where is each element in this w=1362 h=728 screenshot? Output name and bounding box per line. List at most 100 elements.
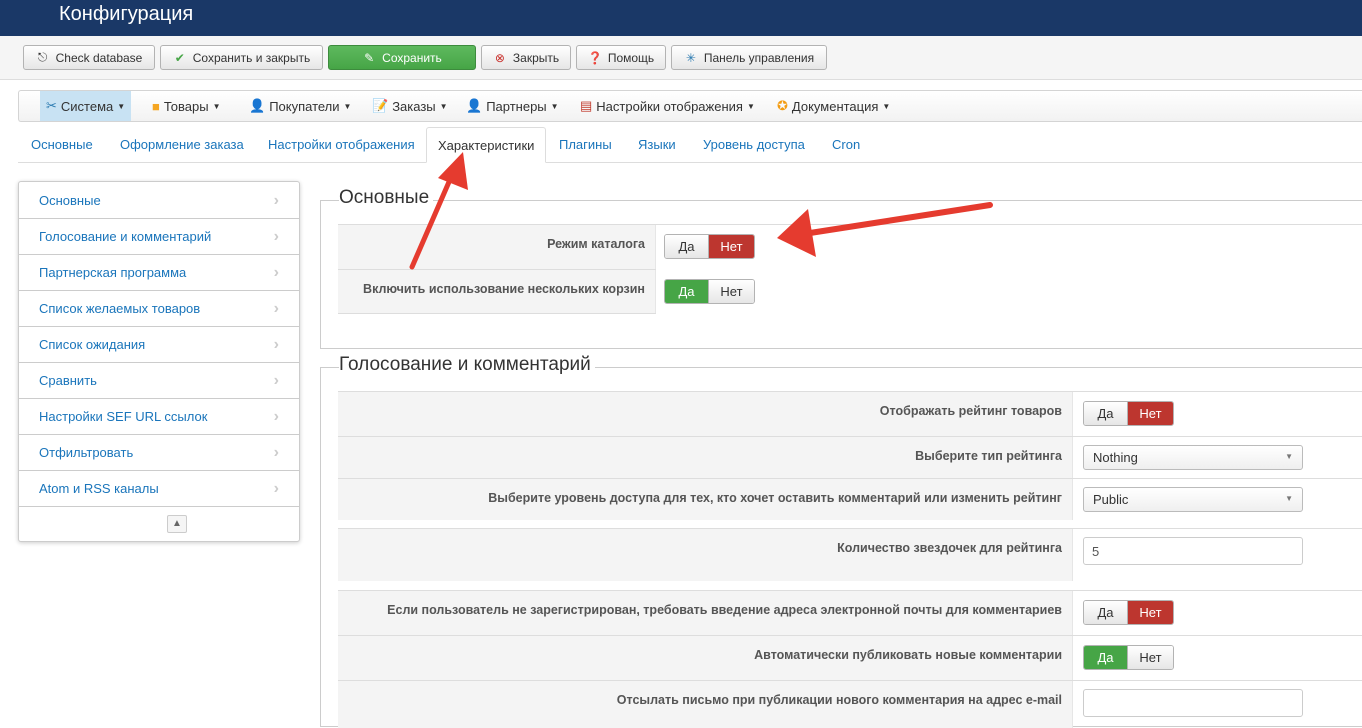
yes-option[interactable]: Да xyxy=(1084,646,1127,669)
sidebar-item[interactable]: Сравнить › xyxy=(19,363,299,399)
label: Партнерская программа xyxy=(39,265,187,280)
no-option[interactable]: Нет xyxy=(1127,402,1173,425)
label: Сохранить и закрыть xyxy=(192,50,311,65)
tab-access[interactable]: Уровень доступа xyxy=(703,137,805,152)
chevron-right-icon: › xyxy=(273,227,279,245)
form-row: Отображать рейтинг товаров Да Нет xyxy=(338,391,1362,436)
sidebar-item[interactable]: Основные › xyxy=(19,183,299,219)
header: Конфигурация xyxy=(0,0,1362,36)
auto-publish-toggle[interactable]: Да Нет xyxy=(1083,645,1174,670)
label: Список желаемых товаров xyxy=(39,301,201,316)
label: Отфильтровать xyxy=(39,445,134,460)
sidebar-item[interactable]: Список желаемых товаров › xyxy=(19,291,299,327)
rating-type-select[interactable]: Nothing ▼ xyxy=(1083,445,1303,470)
tab-plugins[interactable]: Плагины xyxy=(559,137,612,152)
tab-languages[interactable]: Языки xyxy=(638,137,676,152)
label: Сохранить xyxy=(382,50,442,65)
chevron-right-icon: › xyxy=(273,335,279,353)
tab-features[interactable]: Характеристики xyxy=(426,127,547,163)
label: Сравнить xyxy=(39,373,97,388)
tools-icon: ✂ xyxy=(46,98,57,113)
chevron-right-icon: › xyxy=(273,299,279,317)
form-row: Отсылать письмо при публикации нового ко… xyxy=(338,680,1362,728)
sidebar-item[interactable]: Отфильтровать › xyxy=(19,435,299,471)
tab-display[interactable]: Настройки отображения xyxy=(268,137,415,152)
chevron-right-icon: › xyxy=(273,371,279,389)
label: Голосование и комментарий xyxy=(39,229,212,244)
access-level-select[interactable]: Public ▼ xyxy=(1083,487,1303,512)
menu-documentation[interactable]: ✪ Документация ▼ xyxy=(771,91,896,121)
yes-option[interactable]: Да xyxy=(1084,402,1127,425)
no-option[interactable]: Нет xyxy=(1127,601,1173,624)
field-label: Если пользователь не зарегистрирован, тр… xyxy=(338,591,1073,635)
multiple-carts-toggle[interactable]: Да Нет xyxy=(664,279,755,304)
label: Документация xyxy=(791,98,879,114)
display-icon: ▤ xyxy=(580,98,593,113)
label: Закрыть xyxy=(512,50,560,65)
require-email-toggle[interactable]: Да Нет xyxy=(1083,600,1174,625)
help-button[interactable]: ❓ Помощь xyxy=(576,45,666,70)
selected-value: Public xyxy=(1093,492,1129,507)
label: Помощь xyxy=(607,50,655,65)
form-row: Если пользователь не зарегистрирован, тр… xyxy=(338,590,1362,635)
save-button[interactable]: ✎ Сохранить xyxy=(328,45,476,70)
control-panel-button[interactable]: ✳ Панель управления xyxy=(671,45,827,70)
tab-cron[interactable]: Cron xyxy=(832,137,860,152)
field-label: Режим каталога xyxy=(338,225,656,269)
yes-option[interactable]: Да xyxy=(1084,601,1127,624)
yes-option[interactable]: Да xyxy=(665,280,708,303)
label: Настройки SEF URL ссылок xyxy=(39,409,208,424)
sidebar-item[interactable]: Список ожидания › xyxy=(19,327,299,363)
selected-value: Nothing xyxy=(1093,450,1138,465)
help-icon: ❓ xyxy=(587,50,603,65)
show-rating-toggle[interactable]: Да Нет xyxy=(1083,401,1174,426)
sidebar-item[interactable]: Голосование и комментарий › xyxy=(19,219,299,255)
orders-icon: 📝 xyxy=(372,98,389,113)
tab-general[interactable]: Основные xyxy=(31,137,93,152)
form-row: Количество звездочек для рейтинга 5 xyxy=(338,528,1362,581)
fieldset-voting: Голосование и комментарий Отображать рей… xyxy=(320,354,1362,728)
label: Список ожидания xyxy=(39,337,146,352)
caret-icon: ▼ xyxy=(439,101,448,111)
sidebar-item[interactable]: Партнерская программа › xyxy=(19,255,299,291)
chevron-right-icon: › xyxy=(273,407,279,425)
sidebar-item[interactable]: Atom и RSS каналы › xyxy=(19,471,299,507)
check-database-button[interactable]: ⎋ Check database xyxy=(23,45,155,70)
yes-option[interactable]: Да xyxy=(665,235,708,258)
chevron-right-icon: › xyxy=(273,191,279,209)
menu-system[interactable]: ✂ Система ▼ xyxy=(40,91,132,121)
field-label: Количество звездочек для рейтинга xyxy=(338,529,1073,581)
close-icon: ⊗ xyxy=(494,50,505,65)
label: Система xyxy=(60,98,114,114)
label: Основные xyxy=(39,193,101,208)
scroll-top-button[interactable]: ▲ xyxy=(167,515,187,533)
caret-icon: ▼ xyxy=(212,101,221,111)
catalog-mode-toggle[interactable]: Да Нет xyxy=(664,234,755,259)
no-option[interactable]: Нет xyxy=(708,235,754,258)
menu-display-settings[interactable]: ▤ Настройки отображения ▼ xyxy=(574,91,761,121)
menu-products[interactable]: ■ Товары ▼ xyxy=(146,91,227,121)
close-button[interactable]: ⊗ Закрыть xyxy=(481,45,571,70)
check-icon: ✔ xyxy=(174,50,185,65)
menu-orders[interactable]: 📝 Заказы ▼ xyxy=(366,91,454,121)
save-close-button[interactable]: ✔ Сохранить и закрыть xyxy=(160,45,323,70)
edit-icon: ✎ xyxy=(364,50,375,65)
form-row: Автоматически публиковать новые коммента… xyxy=(338,635,1362,680)
label: Check database xyxy=(55,50,143,65)
sidebar: Основные › Голосование и комментарий › Пар… xyxy=(18,181,300,542)
tab-checkout[interactable]: Оформление заказа xyxy=(120,137,244,152)
form-row: Выберите тип рейтинга Nothing ▼ xyxy=(338,436,1362,478)
menu-partners[interactable]: 👤 Партнеры ▼ xyxy=(460,91,565,121)
no-option[interactable]: Нет xyxy=(708,280,754,303)
toolbar: ⎋ Check database ✔ Сохранить и закрыть ✎ Со… xyxy=(0,36,1362,80)
no-option[interactable]: Нет xyxy=(1127,646,1173,669)
notify-email-input[interactable] xyxy=(1083,689,1303,717)
stars-count-input[interactable]: 5 xyxy=(1083,537,1303,565)
label: Партнеры xyxy=(486,98,547,114)
menu-customers[interactable]: 👤 Покупатели ▼ xyxy=(243,91,357,121)
chevron-right-icon: › xyxy=(273,479,279,497)
field-label: Включить использование нескольких корзин xyxy=(338,270,656,313)
asterisk-icon: ✳ xyxy=(685,50,696,65)
sidebar-item[interactable]: Настройки SEF URL ссылок › xyxy=(19,399,299,435)
form-row: Режим каталога Да Нет xyxy=(338,224,1362,269)
